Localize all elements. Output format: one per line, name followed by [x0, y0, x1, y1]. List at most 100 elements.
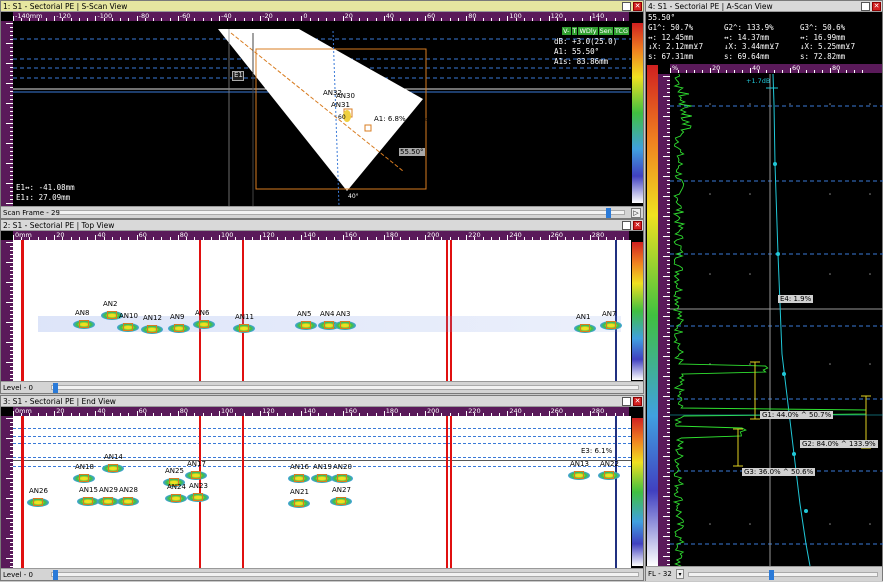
end-levelbar: Level - 0: [1, 568, 643, 580]
sscan-hruler[interactable]: -140mm -120 -100 -80 -60 -40 -20 0 20 40 60 80 100 12…: [13, 12, 629, 21]
e1-x-readout: E1↔: -41.08mm: [16, 183, 75, 192]
indication-box[interactable]: [340, 321, 350, 329]
indication-box[interactable]: [79, 474, 89, 482]
indication-box[interactable]: [317, 474, 327, 482]
ruler-tick-label: -120: [56, 12, 71, 20]
scan-frame-thumb[interactable]: [606, 208, 611, 218]
close-button[interactable]: ✕: [633, 221, 642, 230]
ruler-tick: [663, 196, 670, 197]
ruler-tick: [678, 70, 679, 73]
ascan-plot[interactable]: +1.7dB E4: 1.9% G1: 44.0% ^ 50.7% G2: 84…: [670, 74, 883, 566]
ascan-vruler[interactable]: [658, 74, 670, 566]
maximize-button[interactable]: [622, 2, 631, 11]
ruler-tick: [6, 123, 13, 124]
g3-block: G3^: 50.6% ↔: 16.99mm ↓X: 5.25mm⊻7 s: 72…: [800, 23, 855, 61]
maximize-button[interactable]: [861, 2, 870, 11]
ruler-tick: [6, 23, 13, 24]
ascan-hruler[interactable]: % 20 40 60 80: [670, 64, 882, 73]
indication-box[interactable]: [123, 497, 133, 505]
indication-box[interactable]: [239, 324, 249, 332]
top-cursor-3[interactable]: [446, 240, 448, 382]
indication-box[interactable]: [604, 471, 614, 479]
end-cursor-3[interactable]: [446, 416, 448, 568]
indication-box[interactable]: [174, 324, 184, 332]
end-level-slider[interactable]: [51, 570, 639, 580]
fl-thumb[interactable]: [769, 570, 774, 580]
end-cursor-right[interactable]: [615, 416, 617, 568]
top-cursor-2[interactable]: [242, 240, 244, 382]
top-vruler[interactable]: [1, 240, 13, 382]
indication-box[interactable]: [123, 323, 133, 331]
end-cursor-1[interactable]: [199, 416, 201, 568]
end-cursor-2[interactable]: [242, 416, 244, 568]
indication-box[interactable]: [191, 471, 201, 479]
g2-label[interactable]: G2: 84.0% ^ 133.9%: [800, 440, 878, 448]
indication-box[interactable]: [193, 493, 203, 501]
ruler-tick: [6, 362, 13, 363]
fl-spinner[interactable]: ▾: [676, 569, 684, 579]
indication-box[interactable]: [199, 320, 209, 328]
indication-box[interactable]: [580, 324, 590, 332]
ruler-tick: [663, 416, 670, 417]
top-cursor-4[interactable]: [450, 240, 452, 382]
indication-box[interactable]: [324, 321, 334, 329]
close-button[interactable]: ✕: [872, 2, 881, 11]
indication-box[interactable]: [294, 474, 304, 482]
end-hruler[interactable]: 0mm 20 40 60 80 100 120 140 160 180 200 220 240 260 28…: [13, 407, 629, 416]
indication-box[interactable]: [79, 320, 89, 328]
maximize-button[interactable]: [622, 221, 631, 230]
close-button[interactable]: ✕: [633, 2, 642, 11]
play-button[interactable]: ▷: [631, 208, 641, 218]
indication-box[interactable]: [107, 311, 117, 319]
indication-box[interactable]: [147, 325, 157, 333]
g1-label[interactable]: G1: 44.0% ^ 50.7%: [760, 411, 834, 419]
ruler-tick: [710, 68, 711, 73]
e4-label[interactable]: E4: 1.9%: [778, 295, 814, 303]
angle-mark-40: 40°: [348, 193, 359, 200]
indication-box[interactable]: [83, 497, 93, 505]
indication-box[interactable]: [103, 497, 113, 505]
indication-label-an5: AN5: [297, 310, 312, 318]
top-cursor-left[interactable]: [21, 240, 24, 382]
indication-label-an2: AN2: [103, 300, 118, 308]
ruler-tick: [6, 83, 13, 84]
close-button[interactable]: ✕: [633, 397, 642, 406]
end-level-thumb[interactable]: [53, 570, 58, 580]
sscan-vruler[interactable]: [1, 21, 13, 206]
ruler-tick: [6, 143, 13, 144]
end-cursor-left[interactable]: [21, 416, 24, 568]
indication-box[interactable]: [108, 464, 118, 472]
top-hruler[interactable]: 0mm 20 40 60 80 100 120 140 160 180 200 220 240 260 28…: [13, 231, 629, 240]
end-plot[interactable]: E3: 6.1% AN14 AN18 AN25 AN17 AN16 AN19 AN20 AN1…: [13, 416, 631, 568]
top-level-thumb[interactable]: [53, 383, 58, 393]
ruler-tick: [854, 70, 855, 73]
end-cursor-4[interactable]: [450, 416, 452, 568]
scan-frame-slider[interactable]: [59, 208, 625, 218]
angle-readout-box[interactable]: 55.50°: [399, 148, 425, 156]
ruler-tick: [6, 262, 13, 263]
indication-box[interactable]: [301, 321, 311, 329]
indication-box[interactable]: [171, 494, 181, 502]
indication-label-an27: AN27: [332, 486, 351, 494]
ruler-tick: [6, 418, 13, 419]
ruler-tick: [862, 70, 863, 73]
fl-slider[interactable]: [688, 570, 878, 580]
top-level-slider[interactable]: [51, 383, 639, 393]
top-plot[interactable]: AN8 AN2 AN10 AN12 AN9 AN6 AN11 AN5 AN4 AN3 AN1 AN7: [13, 240, 631, 382]
ruler-tick: [766, 70, 767, 73]
end-vruler[interactable]: [1, 416, 13, 568]
g3-path: s: 72.82mm: [800, 51, 846, 61]
ruler-tick-label: 0: [303, 12, 308, 20]
indication-box[interactable]: [336, 497, 346, 505]
ruler-tick: [663, 536, 670, 537]
indication-box[interactable]: [33, 498, 43, 506]
indication-box[interactable]: [294, 499, 304, 507]
indication-box[interactable]: [574, 471, 584, 479]
maximize-button[interactable]: [622, 397, 631, 406]
sscan-plot[interactable]: E1 AN32 AN30 AN31 A1: 6.8% 55° 50° 55 50…: [13, 21, 631, 206]
indication-box[interactable]: [606, 321, 616, 329]
g3-label[interactable]: G3: 36.0% ^ 50.6%: [742, 468, 816, 476]
ruler-tick: [6, 203, 13, 204]
an31-label: AN31: [331, 101, 350, 109]
indication-box[interactable]: [337, 474, 347, 482]
